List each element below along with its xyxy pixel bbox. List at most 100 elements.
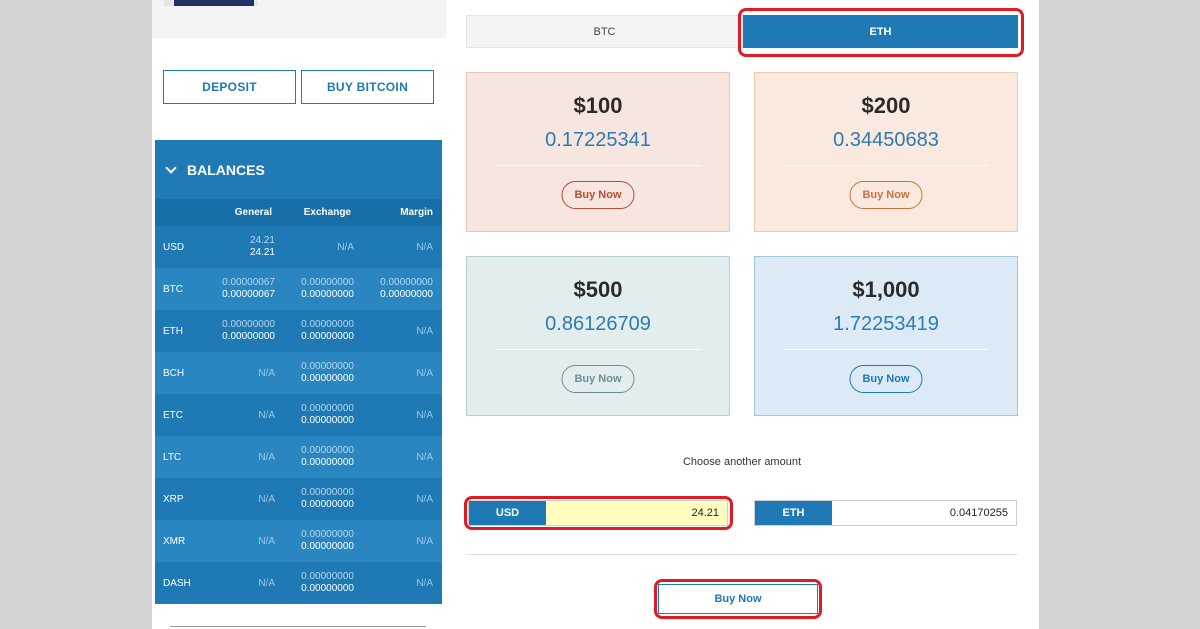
balance-general-cell: 0.00000067 0.00000067 xyxy=(203,277,275,301)
balance-row-etc: ETC N/A 0.00000000 0.00000000 N/A xyxy=(155,394,442,436)
balance-general-cell: 24.21 24.21 xyxy=(203,235,275,259)
balance-value: N/A xyxy=(416,241,433,253)
balance-margin-cell: N/A xyxy=(354,494,433,505)
balance-value: N/A xyxy=(258,451,275,463)
card-amount: 1.72253419 xyxy=(833,313,939,335)
card-amount: 0.86126709 xyxy=(545,313,651,335)
balance-currency: XMR xyxy=(163,535,186,547)
balance-total: 0.00000000 xyxy=(301,499,354,510)
card-amount: 0.34450683 xyxy=(833,129,939,151)
divider xyxy=(466,554,1018,555)
balance-available: 0.00000000 xyxy=(301,319,354,330)
balance-value: N/A xyxy=(416,535,433,547)
balance-margin-cell: 0.00000000 0.00000000 xyxy=(354,277,433,301)
balance-margin-cell: N/A xyxy=(354,578,433,589)
balance-row-xrp: XRP N/A 0.00000000 0.00000000 N/A xyxy=(155,478,442,520)
balance-currency: DASH xyxy=(163,577,191,589)
balance-value: N/A xyxy=(258,409,275,421)
eth-amount-input[interactable]: 0.04170255 xyxy=(832,501,1016,525)
buy-now-button-200[interactable]: Buy Now xyxy=(849,181,923,209)
balance-available: 0.00000000 xyxy=(301,487,354,498)
balance-available: 0.00000000 xyxy=(222,319,275,330)
balance-available: 0.00000067 xyxy=(222,277,275,288)
deposit-button[interactable]: DEPOSIT xyxy=(163,70,296,104)
balance-value: N/A xyxy=(337,241,354,253)
balance-available: 0.00000000 xyxy=(301,445,354,456)
tab-eth[interactable]: ETH xyxy=(743,15,1018,48)
balance-row-eth: ETH 0.00000000 0.00000000 0.00000000 0.00000… xyxy=(155,310,442,352)
balance-currency: XRP xyxy=(163,493,184,505)
balance-total: 0.00000000 xyxy=(301,331,354,342)
chevron-down-icon[interactable] xyxy=(165,161,177,174)
avatar xyxy=(164,0,258,6)
buy-now-button-100[interactable]: Buy Now xyxy=(561,181,635,209)
usd-amount-field: USD 24.21 xyxy=(468,500,728,526)
buy-now-button-500[interactable]: Buy Now xyxy=(561,365,635,393)
column-exchange: Exchange xyxy=(303,207,351,218)
balance-general-cell: 0.00000000 0.00000000 xyxy=(203,319,275,343)
balance-available: 24.21 xyxy=(249,235,275,246)
card-price: $100 xyxy=(573,93,623,118)
balance-total: 0.00000000 xyxy=(301,457,354,468)
balance-available: 0.00000000 xyxy=(380,277,433,288)
balance-currency: ETC xyxy=(163,409,183,421)
eth-currency-label: ETH xyxy=(755,501,832,525)
balance-value: N/A xyxy=(416,325,433,337)
balance-total: 0.00000000 xyxy=(380,289,433,300)
balance-exchange-cell: 0.00000000 0.00000000 xyxy=(275,277,354,301)
balance-total: 0.00000000 xyxy=(301,583,354,594)
balance-exchange-cell: 0.00000000 0.00000000 xyxy=(275,571,354,595)
buy-card-500: $500 0.86126709 Buy Now xyxy=(466,256,730,416)
balance-margin-cell: N/A xyxy=(354,536,433,547)
card-divider xyxy=(495,165,701,166)
balance-available: 0.00000000 xyxy=(301,571,354,582)
card-price: $200 xyxy=(861,93,911,118)
balance-value: N/A xyxy=(258,577,275,589)
balance-margin-cell: N/A xyxy=(354,410,433,421)
usd-amount-input[interactable]: 24.21 xyxy=(546,501,727,525)
balances-rows: USD 24.21 24.21 N/A N/A BTC 0.00000067 0.000000… xyxy=(155,226,442,604)
balance-row-bch: BCH N/A 0.00000000 0.00000000 N/A xyxy=(155,352,442,394)
eth-amount-field: ETH 0.04170255 xyxy=(754,500,1017,526)
profile-header xyxy=(152,0,446,38)
balance-exchange-cell: 0.00000000 0.00000000 xyxy=(275,361,354,385)
buy-now-button-1000[interactable]: Buy Now xyxy=(849,365,923,393)
usd-currency-label: USD xyxy=(469,501,546,525)
card-divider xyxy=(783,165,989,166)
balance-exchange-cell: 0.00000000 0.00000000 xyxy=(275,319,354,343)
balance-row-btc: BTC 0.00000067 0.00000067 0.00000000 0.00000… xyxy=(155,268,442,310)
buy-now-button[interactable]: Buy Now xyxy=(658,584,818,614)
balance-currency: ETH xyxy=(163,325,183,337)
balance-value: N/A xyxy=(416,451,433,463)
balance-exchange-cell: 0.00000000 0.00000000 xyxy=(275,445,354,469)
balance-value: N/A xyxy=(416,493,433,505)
balance-available: 0.00000000 xyxy=(301,403,354,414)
balances-header[interactable]: BALANCES xyxy=(155,140,442,199)
balance-value: N/A xyxy=(258,367,275,379)
balance-total: 0.00000000 xyxy=(301,415,354,426)
balance-total: 0.00000000 xyxy=(301,373,354,384)
balance-currency: BTC xyxy=(163,283,183,295)
balance-currency: LTC xyxy=(163,451,182,463)
balance-total: 0.00000000 xyxy=(301,541,354,552)
balance-available: 0.00000000 xyxy=(301,277,354,288)
balances-column-headers: General Exchange Margin xyxy=(155,199,442,226)
balances-title: BALANCES xyxy=(187,161,265,178)
buy-bitcoin-button[interactable]: BUY BITCOIN xyxy=(301,70,434,104)
divider xyxy=(170,626,426,627)
buy-card-100: $100 0.17225341 Buy Now xyxy=(466,72,730,232)
balance-exchange-cell: 0.00000000 0.00000000 xyxy=(275,529,354,553)
card-price: $500 xyxy=(573,277,623,302)
balance-value: N/A xyxy=(416,367,433,379)
balance-row-ltc: LTC N/A 0.00000000 0.00000000 N/A xyxy=(155,436,442,478)
balance-margin-cell: N/A xyxy=(354,242,433,253)
balance-general-cell: N/A xyxy=(203,452,275,463)
card-divider xyxy=(495,349,701,350)
balance-row-xmr: XMR N/A 0.00000000 0.00000000 N/A xyxy=(155,520,442,562)
balance-general-cell: N/A xyxy=(203,578,275,589)
balance-exchange-cell: 0.00000000 0.00000000 xyxy=(275,487,354,511)
balance-general-cell: N/A xyxy=(203,536,275,547)
balance-general-cell: N/A xyxy=(203,368,275,379)
tab-btc[interactable]: BTC xyxy=(466,15,743,48)
balance-currency: BCH xyxy=(163,367,185,379)
